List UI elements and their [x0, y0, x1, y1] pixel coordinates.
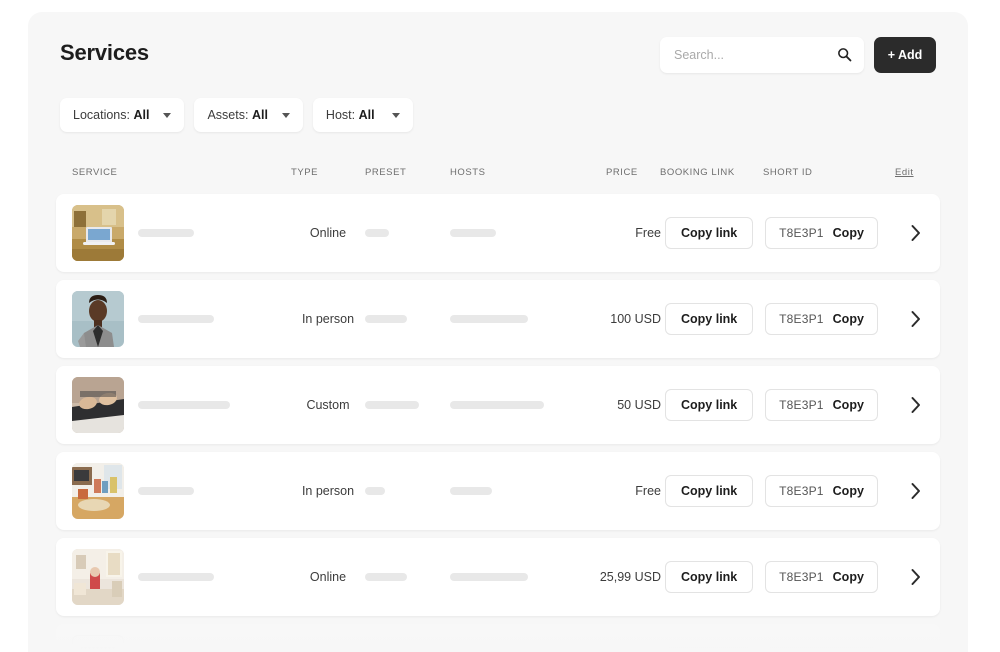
- cell-price: 100 USD: [526, 312, 661, 326]
- service-thumbnail: [72, 549, 124, 605]
- copy-link-button[interactable]: Copy link: [665, 647, 753, 652]
- search-input[interactable]: [674, 37, 834, 73]
- short-id-value: T8E3P1: [779, 484, 824, 498]
- services-table-body: Online Free Copy link T8E3P1 Copy In per…: [28, 194, 968, 652]
- short-id-box[interactable]: T8E3P1 Copy: [765, 217, 878, 249]
- chevron-right-icon[interactable]: [908, 565, 924, 589]
- copy-link-button[interactable]: Copy link: [665, 389, 753, 421]
- copy-link-button[interactable]: Copy link: [665, 475, 753, 507]
- cell-type: In person: [296, 312, 360, 326]
- table-row[interactable]: Online Free Copy link T8E3P1 Copy: [56, 194, 940, 272]
- short-id-value: T8E3P1: [779, 570, 824, 584]
- search-box[interactable]: [660, 37, 864, 73]
- cell-type: Custom: [296, 398, 360, 412]
- preset-placeholder: [365, 573, 407, 581]
- preset-placeholder: [365, 229, 389, 237]
- services-panel: Services + Add Locations: All Assets:: [28, 12, 968, 652]
- column-header-price: PRICE: [606, 167, 638, 178]
- copy-short-id-button[interactable]: Copy: [833, 312, 864, 326]
- copy-short-id-button[interactable]: Copy: [833, 570, 864, 584]
- service-thumbnail: [72, 205, 124, 261]
- filter-bar: Locations: All Assets: All Host: All: [60, 98, 413, 132]
- short-id-box[interactable]: T8E3P1 Copy: [765, 303, 878, 335]
- hosts-placeholder: [450, 573, 528, 581]
- short-id-value: T8E3P1: [779, 312, 824, 326]
- table-row[interactable]: Online 25,99 USD Copy link T8E3P1 Copy: [56, 538, 940, 616]
- table-row[interactable]: In person Free Copy link T8E3P1 Copy: [56, 452, 940, 530]
- copy-short-id-button[interactable]: Copy: [833, 398, 864, 412]
- column-header-booking-link: BOOKING LINK: [660, 167, 735, 178]
- table-row[interactable]: Custom 50 USD Copy link T8E3P1 Copy: [56, 366, 940, 444]
- image-placeholder-icon: [73, 635, 123, 652]
- hosts-placeholder: [450, 315, 528, 323]
- add-button[interactable]: + Add: [874, 37, 936, 73]
- column-header-short-id: SHORT ID: [763, 167, 812, 178]
- chevron-right-icon[interactable]: [908, 479, 924, 503]
- chevron-down-icon: [392, 113, 400, 118]
- preset-placeholder: [365, 315, 407, 323]
- page-header: Services + Add: [28, 12, 968, 94]
- chevron-down-icon: [282, 113, 290, 118]
- copy-link-button[interactable]: Copy link: [665, 217, 753, 249]
- cell-type: In person: [296, 484, 360, 498]
- short-id-value: T8E3P1: [779, 398, 824, 412]
- service-thumbnail: [72, 291, 124, 347]
- chevron-down-icon: [163, 113, 171, 118]
- cell-price: 25,99 USD: [526, 570, 661, 584]
- short-id-box[interactable]: T8E3P1 Copy: [765, 561, 878, 593]
- copy-link-button[interactable]: Copy link: [665, 561, 753, 593]
- preset-placeholder: [365, 487, 385, 495]
- column-header-hosts: HOSTS: [450, 167, 485, 178]
- hosts-placeholder: [450, 229, 496, 237]
- filter-locations-label: Locations: All: [73, 108, 149, 122]
- chevron-right-icon[interactable]: [908, 307, 924, 331]
- image-placeholder-icon: [72, 635, 124, 652]
- service-thumbnail: [72, 377, 124, 433]
- cell-price: Free: [526, 484, 661, 498]
- filter-assets-label: Assets: All: [207, 108, 267, 122]
- cell-type: Online: [296, 570, 360, 584]
- short-id-box[interactable]: T8E3P1 Copy: [765, 389, 878, 421]
- chevron-right-icon[interactable]: [908, 393, 924, 417]
- chevron-right-icon[interactable]: [908, 221, 924, 245]
- short-id-value: T8E3P1: [779, 226, 824, 240]
- filter-host[interactable]: Host: All: [313, 98, 413, 132]
- service-name-placeholder: [138, 315, 214, 323]
- edit-columns-link[interactable]: Edit: [895, 167, 914, 178]
- table-row[interactable]: In person 100 USD Copy link T8E3P1 Copy: [56, 280, 940, 358]
- cell-price: 50 USD: [526, 398, 661, 412]
- short-id-box[interactable]: T8E3P1 Copy: [765, 647, 878, 652]
- filter-host-label: Host: All: [326, 108, 375, 122]
- page-title: Services: [60, 40, 149, 66]
- preset-placeholder: [365, 401, 419, 409]
- service-thumbnail: [72, 463, 124, 519]
- copy-short-id-button[interactable]: Copy: [833, 484, 864, 498]
- short-id-box[interactable]: T8E3P1 Copy: [765, 475, 878, 507]
- hosts-placeholder: [450, 487, 492, 495]
- table-header-row: SERVICE TYPE PRESET HOSTS PRICE BOOKING …: [28, 162, 968, 192]
- column-header-service: SERVICE: [72, 167, 117, 178]
- copy-short-id-button[interactable]: Copy: [833, 226, 864, 240]
- service-name-placeholder: [138, 487, 194, 495]
- filter-assets[interactable]: Assets: All: [194, 98, 302, 132]
- service-name-placeholder: [138, 229, 194, 237]
- service-name-placeholder: [138, 401, 230, 409]
- cell-price: Free: [526, 226, 661, 240]
- cell-type: Online: [296, 226, 360, 240]
- column-header-preset: PRESET: [365, 167, 406, 178]
- copy-link-button[interactable]: Copy link: [665, 303, 753, 335]
- filter-locations[interactable]: Locations: All: [60, 98, 184, 132]
- service-name-placeholder: [138, 573, 214, 581]
- table-row[interactable]: In person 15 USD Copy link T8E3P1 Copy: [56, 624, 940, 652]
- column-header-type: TYPE: [291, 167, 318, 178]
- search-icon: [837, 47, 852, 62]
